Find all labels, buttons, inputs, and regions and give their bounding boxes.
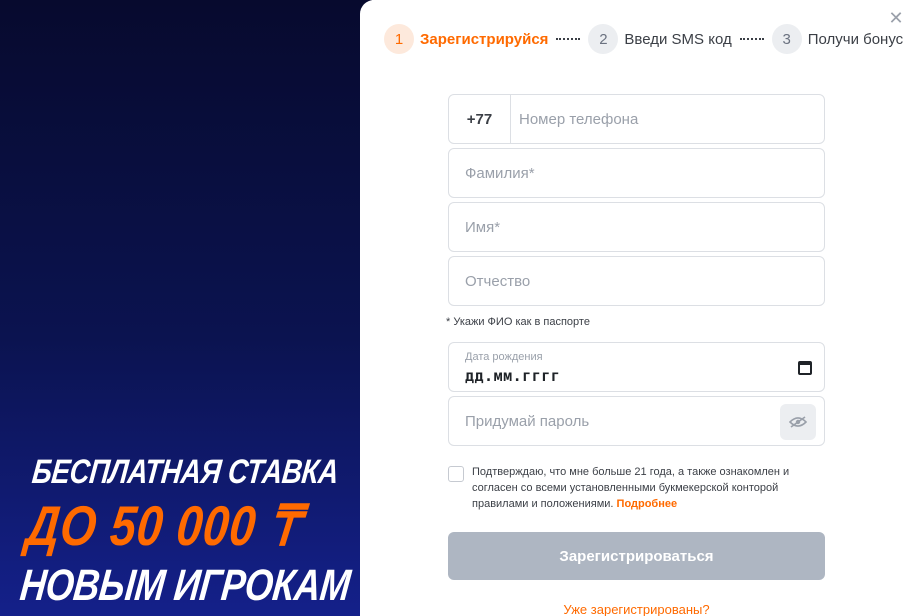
registration-steps: 1 Зарегистрируйся 2 Введи SMS код 3 Полу… [384, 24, 903, 54]
calendar-icon[interactable] [798, 361, 812, 375]
step-divider [556, 38, 581, 40]
promo-headline: БЕСПЛАТНАЯ СТАВКА [30, 453, 341, 491]
password-field [448, 396, 825, 446]
toggle-password-button[interactable] [780, 404, 816, 440]
step-divider [739, 38, 764, 40]
promo-banner: БЕСПЛАТНАЯ СТАВКА ДО 50 000 ₸ НОВЫМ ИГРО… [0, 0, 372, 616]
consent-row: Подтверждаю, что мне больше 21 года, а т… [448, 464, 825, 512]
surname-input[interactable] [449, 149, 824, 197]
name-input[interactable] [449, 203, 824, 251]
consent-text: Подтверждаю, что мне больше 21 года, а т… [472, 464, 817, 512]
promo-amount: ДО 50 000 ₸ [23, 494, 304, 557]
name-field [448, 202, 825, 252]
step-number: 2 [588, 24, 619, 54]
promo-subheadline: НОВЫМ ИГРОКАМ [17, 561, 353, 610]
register-button[interactable]: Зарегистрироваться [448, 532, 825, 580]
patronymic-input[interactable] [449, 257, 824, 305]
birthdate-label: Дата рождения [465, 351, 543, 363]
registration-modal: ✕ 1 Зарегистрируйся 2 Введи SMS код 3 По… [360, 0, 912, 616]
step-number: 1 [384, 24, 414, 54]
step-label: Введи SMS код [624, 30, 732, 48]
consent-checkbox[interactable] [448, 466, 464, 482]
patronymic-field [448, 256, 825, 306]
consent-more-link[interactable]: Подробнее [617, 498, 678, 510]
name-hint: * Укажи ФИО как в паспорте [446, 316, 590, 328]
registration-form: +77 * Укажи ФИО как в паспорте Дата рожд… [446, 94, 825, 616]
birthdate-field[interactable]: Дата рождения дд.мм.гггг [448, 342, 825, 392]
already-registered-link[interactable]: Уже зарегистрированы? [448, 602, 825, 616]
eye-off-icon [789, 416, 807, 428]
step-register: 1 Зарегистрируйся [384, 24, 548, 54]
phone-input[interactable] [511, 95, 824, 143]
step-number: 3 [771, 24, 802, 54]
step-label: Зарегистрируйся [420, 30, 549, 48]
step-bonus: 3 Получи бонус [771, 24, 904, 54]
password-input[interactable] [449, 397, 824, 445]
promo-text: БЕСПЛАТНАЯ СТАВКА ДО 50 000 ₸ НОВЫМ ИГРО… [17, 450, 372, 614]
phone-prefix[interactable]: +77 [449, 95, 511, 143]
surname-field [448, 148, 825, 198]
birthdate-value[interactable]: дд.мм.гггг [465, 367, 560, 385]
step-label: Получи бонус [807, 30, 904, 48]
phone-field: +77 [448, 94, 825, 144]
step-sms: 2 Введи SMS код [588, 24, 732, 54]
